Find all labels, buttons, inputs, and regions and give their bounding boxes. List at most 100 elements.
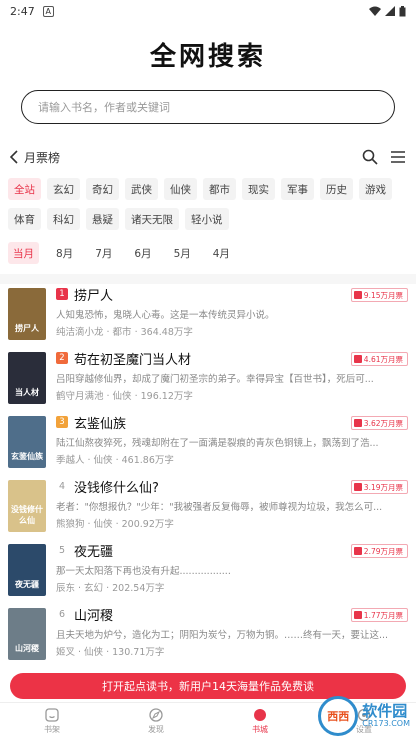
- monthly-ticket-badge: 4.61万月票: [350, 352, 408, 366]
- book-title[interactable]: 苟在初圣魔门当人材: [74, 349, 191, 368]
- month-chip[interactable]: 7月: [90, 242, 117, 264]
- book-description: 且夫天地为炉兮，造化为工；阴阳为炭兮，万物为铜。……终有一天，要让这...: [56, 630, 389, 641]
- rank-number: 6: [58, 608, 66, 620]
- book-cover[interactable]: 当人材: [8, 352, 46, 404]
- rank-badge: 1: [56, 288, 68, 300]
- book-meta: 熊狼狗 · 仙侠 · 200.92万字: [56, 519, 174, 530]
- book-row[interactable]: 玄鉴仙族 3 玄鉴仙族 陆江仙熬夜猝死，残魂却附在了一面满是裂痕的青灰色铜镜上，…: [8, 412, 408, 476]
- watermark-main: 软件园: [362, 702, 408, 721]
- book-title[interactable]: 夜无疆: [74, 541, 113, 560]
- book-cover[interactable]: 玄鉴仙族: [8, 416, 46, 468]
- month-chip[interactable]: 8月: [51, 242, 78, 264]
- notification-icon: A: [42, 5, 54, 17]
- ticket-count: 4.61万月票: [363, 354, 403, 364]
- search-icon[interactable]: [362, 149, 378, 165]
- category-chip[interactable]: 仙侠: [164, 178, 197, 200]
- ticket-count: 2.79万月票: [363, 546, 403, 556]
- rank-title: 月票榜: [24, 150, 61, 165]
- bookstore-icon: [254, 709, 266, 721]
- book-cover[interactable]: 捞尸人: [8, 288, 46, 340]
- ticket-icon: [353, 291, 362, 299]
- cover-title: 夜无疆: [15, 580, 39, 589]
- category-chip[interactable]: 玄幻: [47, 178, 80, 200]
- search-bar[interactable]: [21, 90, 395, 124]
- month-filter: 当月 8月 7月 6月 5月 4月: [0, 242, 416, 264]
- category-chip[interactable]: 奇幻: [86, 178, 119, 200]
- book-cover[interactable]: 没钱修什么仙: [8, 480, 46, 532]
- watermark-sub: CR173.COM: [362, 718, 410, 728]
- category-filter: 全站 玄幻 奇幻 武侠 仙侠 都市 现实 军事 历史 游戏 体育 科幻 悬疑 诸…: [0, 174, 416, 230]
- cover-title: 捞尸人: [15, 324, 39, 333]
- ticket-icon: [353, 419, 362, 427]
- rank-badge: 2: [56, 352, 68, 364]
- category-chip[interactable]: 体育: [8, 208, 41, 230]
- book-meta: 辰东 · 玄幻 · 202.54万字: [56, 583, 165, 594]
- tab-label: 书架: [44, 725, 60, 734]
- ticket-icon: [353, 611, 362, 619]
- category-chip[interactable]: 全站: [8, 178, 41, 200]
- book-cover[interactable]: 山河稷: [8, 608, 46, 660]
- watermark-badge: 西西: [318, 696, 359, 736]
- status-time: 2:47: [10, 4, 35, 18]
- category-chip[interactable]: 现实: [242, 178, 275, 200]
- monthly-ticket-badge: 2.79万月票: [350, 544, 408, 558]
- book-title[interactable]: 玄鉴仙族: [74, 413, 126, 432]
- ticket-icon: [353, 355, 362, 363]
- monthly-ticket-badge: 3.62万月票: [350, 416, 408, 430]
- status-bar: 2:47 A: [0, 0, 416, 22]
- book-meta: 季越人 · 仙侠 · 461.86万字: [56, 455, 174, 466]
- tab-bookstore[interactable]: 书城: [208, 703, 312, 740]
- month-chip[interactable]: 当月: [8, 242, 39, 264]
- book-title[interactable]: 山河稷: [74, 605, 113, 624]
- cover-title: 玄鉴仙族: [11, 452, 43, 461]
- search-input[interactable]: [38, 100, 378, 114]
- category-chip[interactable]: 军事: [281, 178, 314, 200]
- book-row[interactable]: 山河稷 6 山河稷 且夫天地为炉兮，造化为工；阴阳为炭兮，万物为铜。……终有一天…: [8, 604, 408, 668]
- rank-header: 月票榜: [0, 140, 416, 174]
- book-row[interactable]: 捞尸人 1 捞尸人 人知鬼恐怖，鬼晓人心毒。这是一本传统灵异小说。 纯洁滴小龙 …: [8, 284, 408, 348]
- tab-label: 发现: [148, 725, 164, 734]
- book-meta: 鹤守月满池 · 仙侠 · 196.12万字: [56, 391, 193, 402]
- category-chip[interactable]: 历史: [320, 178, 353, 200]
- book-row[interactable]: 当人材 2 苟在初圣魔门当人材 吕阳穿越修仙界，却成了魔门初圣宗的弟子。幸得异宝…: [8, 348, 408, 412]
- ticket-count: 3.62万月票: [363, 418, 403, 428]
- monthly-ticket-badge: 9.15万月票: [350, 288, 408, 302]
- chevron-left-icon: [10, 150, 18, 164]
- wifi-icon: [369, 6, 381, 16]
- book-cover[interactable]: 夜无疆: [8, 544, 46, 596]
- back-button[interactable]: 月票榜: [10, 149, 60, 166]
- compass-icon: [149, 708, 163, 722]
- category-chip[interactable]: 科幻: [47, 208, 80, 230]
- menu-icon[interactable]: [390, 150, 406, 164]
- book-row[interactable]: 没钱修什么仙 4 没钱修什么仙? 老者："你想报仇？"少年："我被强者反复侮辱，…: [8, 476, 408, 540]
- cover-title: 山河稷: [15, 644, 39, 653]
- bookshelf-icon: [45, 708, 59, 722]
- monthly-ticket-badge: 1.77万月票: [350, 608, 408, 622]
- category-chip[interactable]: 诸天无限: [125, 208, 179, 230]
- book-list: 捞尸人 1 捞尸人 人知鬼恐怖，鬼晓人心毒。这是一本传统灵异小说。 纯洁滴小龙 …: [0, 284, 416, 668]
- book-row[interactable]: 夜无疆 5 夜无疆 那一天太阳落下再也没有升起.................…: [8, 540, 408, 604]
- tab-bookshelf[interactable]: 书架: [0, 703, 104, 740]
- book-meta: 纯洁滴小龙 · 都市 · 364.48万字: [56, 327, 193, 338]
- tab-discover[interactable]: 发现: [104, 703, 208, 740]
- month-chip[interactable]: 5月: [169, 242, 196, 264]
- month-chip[interactable]: 6月: [129, 242, 156, 264]
- category-chip[interactable]: 都市: [203, 178, 236, 200]
- book-title[interactable]: 没钱修什么仙?: [74, 477, 159, 496]
- ticket-icon: [353, 547, 362, 555]
- cover-title: 没钱修什么仙: [11, 505, 43, 525]
- category-chip[interactable]: 轻小说: [185, 208, 229, 230]
- battery-icon: [399, 5, 406, 16]
- signal-icon: [385, 6, 395, 16]
- book-description: 人知鬼恐怖，鬼晓人心毒。这是一本传统灵异小说。: [56, 310, 275, 321]
- ticket-count: 1.77万月票: [363, 610, 403, 620]
- category-chip[interactable]: 武侠: [125, 178, 158, 200]
- book-title[interactable]: 捞尸人: [74, 285, 113, 304]
- category-chip[interactable]: 游戏: [359, 178, 392, 200]
- book-meta: 姬叉 · 仙侠 · 130.71万字: [56, 647, 165, 658]
- month-chip[interactable]: 4月: [208, 242, 235, 264]
- category-chip[interactable]: 悬疑: [86, 208, 119, 230]
- cover-title: 当人材: [15, 388, 39, 397]
- rank-number: 5: [58, 544, 66, 556]
- monthly-ticket-badge: 3.19万月票: [350, 480, 408, 494]
